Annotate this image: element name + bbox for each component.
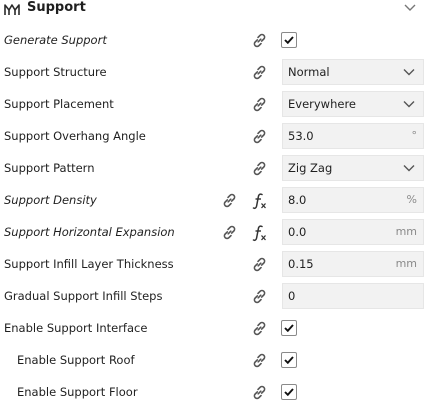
section-title: Support [27, 0, 86, 15]
setting-label: Gradual Support Infill Steps [4, 289, 163, 303]
chevron-down-icon[interactable] [404, 3, 416, 13]
chevron-down-icon [403, 165, 415, 172]
setting-value: 0.0 [288, 225, 307, 239]
setting-row-support-structure: Support Structure Normal [0, 56, 428, 88]
link-icon[interactable] [251, 384, 268, 400]
setting-dropdown[interactable]: Normal [282, 59, 424, 85]
fx-icon[interactable] [252, 224, 268, 242]
setting-row-enable-support-roof: Enable Support Roof [0, 344, 428, 376]
setting-checkbox[interactable] [281, 384, 297, 400]
setting-row-gradual-support-infill-steps: Gradual Support Infill Steps 0 [0, 280, 428, 312]
setting-dropdown[interactable]: Everywhere [282, 91, 424, 117]
chevron-down-icon [403, 101, 415, 108]
setting-row-support-overhang-angle: Support Overhang Angle 53.0 ° [0, 120, 428, 152]
setting-input[interactable]: 0.0 mm [282, 219, 424, 245]
setting-checkbox[interactable] [281, 352, 297, 368]
fx-icon[interactable] [252, 192, 268, 210]
setting-label: Support Overhang Angle [4, 129, 146, 143]
setting-row-support-infill-layer-thickness: Support Infill Layer Thickness 0.15 mm [0, 248, 428, 280]
link-icon[interactable] [251, 160, 268, 177]
link-icon[interactable] [251, 288, 268, 305]
setting-row-enable-support-interface: Enable Support Interface [0, 312, 428, 344]
support-settings-panel: Support Generate Support Support Structur… [0, 0, 428, 400]
setting-label: Support Structure [4, 65, 107, 79]
setting-value: Normal [288, 65, 330, 79]
setting-row-support-placement: Support Placement Everywhere [0, 88, 428, 120]
setting-input[interactable]: 53.0 ° [282, 123, 424, 149]
link-icon[interactable] [221, 224, 238, 241]
setting-dropdown[interactable]: Zig Zag [282, 155, 424, 181]
link-icon[interactable] [251, 96, 268, 113]
link-icon[interactable] [221, 192, 238, 209]
setting-row-support-density: Support Density 8.0% [0, 184, 428, 216]
checkmark-icon [284, 324, 294, 332]
link-icon[interactable] [251, 64, 268, 81]
setting-unit: % [406, 193, 417, 206]
setting-label: Support Infill Layer Thickness [4, 257, 174, 271]
setting-input[interactable]: 8.0% [282, 187, 424, 213]
setting-label: Generate Support [4, 33, 107, 47]
link-icon[interactable] [251, 320, 268, 337]
setting-row-generate-support: Generate Support [0, 24, 428, 56]
checkmark-icon [284, 36, 294, 44]
setting-unit: ° [411, 129, 418, 142]
setting-label: Support Density [4, 193, 97, 207]
setting-value: 8.0 [288, 193, 307, 207]
setting-value: Everywhere [288, 97, 357, 111]
setting-row-support-horizontal-expansion: Support Horizontal Expansion 0.0 mm [0, 216, 428, 248]
checkmark-icon [284, 356, 294, 364]
setting-value: 0.15 [288, 257, 314, 271]
setting-value: Zig Zag [288, 161, 333, 175]
setting-input[interactable]: 0 [282, 283, 424, 309]
setting-checkbox[interactable] [281, 320, 297, 336]
link-icon[interactable] [251, 352, 268, 369]
setting-label: Enable Support Interface [4, 321, 148, 335]
chevron-down-icon [403, 69, 415, 76]
setting-row-enable-support-floor: Enable Support Floor [0, 376, 428, 400]
setting-label: Support Pattern [4, 161, 95, 175]
setting-label: Support Horizontal Expansion [4, 225, 175, 239]
setting-value: 53.0 [288, 129, 314, 143]
checkmark-icon [284, 388, 294, 396]
link-icon[interactable] [251, 256, 268, 273]
support-icon [4, 4, 20, 15]
link-icon[interactable] [251, 128, 268, 145]
setting-label: Support Placement [4, 97, 114, 111]
setting-label: Enable Support Floor [17, 385, 138, 399]
setting-input[interactable]: 0.15 mm [282, 251, 424, 277]
setting-value: 0 [288, 289, 296, 303]
setting-unit: mm [395, 225, 417, 238]
support-section-header[interactable]: Support [0, 0, 428, 18]
setting-row-support-pattern: Support Pattern Zig Zag [0, 152, 428, 184]
setting-label: Enable Support Roof [17, 353, 135, 367]
setting-unit: mm [395, 257, 417, 270]
link-icon[interactable] [251, 32, 268, 49]
setting-checkbox[interactable] [281, 32, 297, 48]
